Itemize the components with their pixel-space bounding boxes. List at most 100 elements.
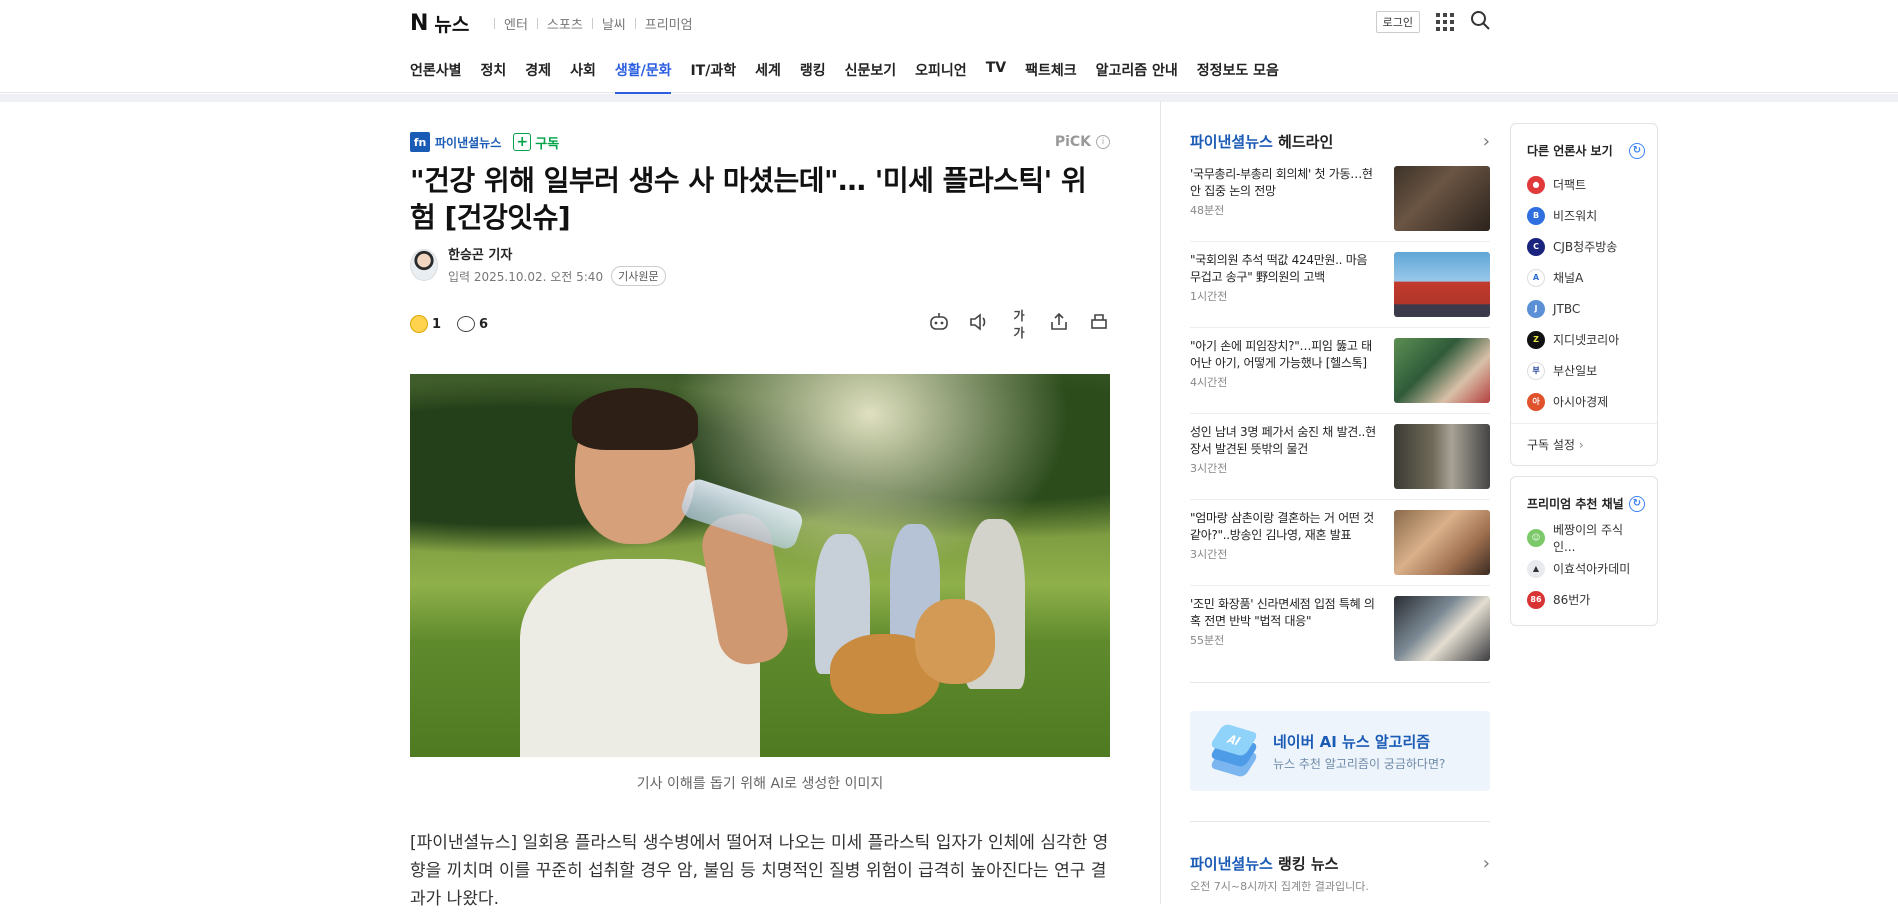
press-item-name: 아시아경제 [1553, 395, 1609, 409]
naver-news-logo[interactable]: N 뉴스 [410, 10, 469, 37]
channel-logo-icon: ▲ [1527, 559, 1545, 578]
divider [536, 18, 538, 29]
divider [1190, 682, 1490, 683]
divider [591, 18, 593, 29]
press-item[interactable]: 부 부산일보 [1527, 355, 1645, 386]
audio-icon[interactable] [968, 313, 990, 335]
headline-item[interactable]: "국회의원 추석 떡값 424만원.. 마음 무겁고 송구" 野의원의 고백 1시… [1190, 242, 1490, 328]
info-icon[interactable]: i [1096, 135, 1110, 149]
nav-item-life-culture[interactable]: 생활/문화 [614, 60, 672, 94]
headline-thumbnail [1394, 510, 1490, 575]
divider [634, 18, 636, 29]
headline-item[interactable]: '국무총리-부총리 회의체' 첫 가동…현안 집중 논의 전망 48분전 [1190, 156, 1490, 242]
nav-item-press[interactable]: 언론사별 [410, 60, 462, 94]
nav-item-corrections[interactable]: 정정보도 모음 [1197, 60, 1279, 94]
premium-item[interactable]: 86 86번가 [1527, 584, 1645, 615]
nav-item-tv[interactable]: TV [986, 60, 1006, 94]
refresh-icon[interactable]: ↻ [1629, 495, 1645, 512]
plus-icon: + [513, 133, 532, 151]
press-item[interactable]: B 비즈워치 [1527, 200, 1645, 231]
byline: 한승곤 기자 입력 2025.10.02. 오전 5:40 기사원문 [410, 244, 1110, 286]
pick-label: PiCK [1054, 134, 1091, 150]
headlines-title[interactable]: 파이낸셜뉴스 헤드라인 › [1190, 130, 1490, 152]
comment-button[interactable]: 6 [457, 316, 488, 332]
premium-item[interactable]: ▲ 이효석아카데미 [1527, 553, 1645, 584]
divider [1190, 821, 1490, 822]
print-icon[interactable] [1088, 313, 1110, 335]
headline-title: "아기 손에 피임장치?"…피임 뚫고 태어난 아기, 어떻게 가능했나 [헬스… [1190, 339, 1372, 370]
article-image [410, 374, 1110, 757]
article-headline: "건강 위해 일부러 생수 사 마셨는데"… '미세 플라스틱' 위험 [건강잇… [410, 164, 1087, 234]
premium-item-name: 베짱이의 주식 인... [1553, 522, 1624, 554]
apps-grid-icon[interactable] [1436, 13, 1454, 31]
headline-title: '조민 화장품' 신라면세점 입점 특혜 의혹 전면 반박 "법적 대응" [1190, 597, 1375, 628]
headline-title: "국회의원 추석 떡값 424만원.. 마음 무겁고 송구" 野의원의 고백 [1190, 253, 1368, 284]
summary-icon[interactable] [928, 312, 950, 336]
chevron-right-icon: › [1578, 438, 1584, 452]
side-widgets: 다른 언론사 보기 ↻ ● 더팩트 B 비즈워치 C CJB청주방송 A 채널A J JT… [1510, 123, 1658, 626]
press-logo-icon: A [1527, 268, 1545, 287]
share-icon[interactable] [1048, 312, 1070, 335]
subscribe-button[interactable]: + 구독 [513, 133, 559, 152]
headline-item[interactable]: '조민 화장품' 신라면세점 입점 특혜 의혹 전면 반박 "법적 대응" 55분… [1190, 586, 1490, 672]
reaction-button[interactable]: 1 [410, 315, 441, 333]
premium-item[interactable]: ☺ 베짱이의 주식 인... [1527, 522, 1645, 554]
headline-time: 55분전 [1190, 634, 1225, 647]
service-links: 엔터 스포츠 날씨 프리미엄 [494, 14, 693, 33]
premium-title: 프리미엄 추천 채널 [1527, 497, 1624, 511]
service-link-sports[interactable]: 스포츠 [547, 14, 583, 33]
original-article-button[interactable]: 기사원문 [611, 266, 666, 286]
headline-item[interactable]: "엄마랑 삼촌이랑 결혼하는 거 어떤 것 같아?"..방송인 김나영, 재혼 … [1190, 500, 1490, 586]
reporter-avatar[interactable] [410, 249, 438, 281]
reaction-count: 1 [432, 316, 442, 332]
channel-logo-icon: ☺ [1527, 528, 1545, 547]
press-item[interactable]: Z 지디넷코리아 [1527, 324, 1645, 355]
nav-item-factcheck[interactable]: 팩트체크 [1025, 60, 1077, 94]
top-header: N 뉴스 엔터 스포츠 날씨 프리미엄 로그인 언론사별 정치 경제 사회 생활… [0, 0, 1898, 94]
ranking-label: 랭킹 뉴스 [1278, 854, 1339, 873]
divider [494, 18, 495, 29]
press-item[interactable]: ● 더팩트 [1527, 169, 1645, 200]
headline-list: '국무총리-부총리 회의체' 첫 가동…현안 집중 논의 전망 48분전 "국회의… [1190, 156, 1490, 672]
naver-n-logo: N [410, 11, 429, 36]
nav-item-opinion[interactable]: 오피니언 [915, 60, 967, 94]
press-logo[interactable]: fn 파이낸셜뉴스 [410, 132, 501, 152]
ranking-title[interactable]: 파이낸셜뉴스 랭킹 뉴스 › [1190, 852, 1490, 874]
header-actions: 로그인 [1375, 10, 1490, 34]
press-item-name: 더팩트 [1553, 178, 1587, 192]
service-link-weather[interactable]: 날씨 [602, 14, 626, 33]
headline-time: 48분전 [1190, 204, 1225, 217]
press-item[interactable]: J JTBC [1527, 293, 1645, 324]
font-size-icon[interactable]: 가가 [1008, 307, 1030, 341]
login-button[interactable]: 로그인 [1375, 11, 1420, 33]
pick-badge: PiCK i [1055, 134, 1110, 150]
refresh-icon[interactable]: ↻ [1629, 142, 1645, 159]
service-link-entertainment[interactable]: 엔터 [504, 14, 528, 33]
service-link-premium[interactable]: 프리미엄 [645, 14, 693, 33]
press-logo-icon: 부 [1527, 361, 1545, 380]
publish-date: 입력 2025.10.02. 오전 5:40 [448, 269, 604, 284]
nav-item-politics[interactable]: 정치 [481, 60, 507, 94]
headline-thumbnail [1394, 424, 1490, 489]
headline-time: 3시간전 [1190, 548, 1228, 561]
ai-banner-subtitle: 뉴스 추천 알고리즘이 궁금하다면? [1273, 757, 1446, 771]
ai-algorithm-banner[interactable]: AI 네이버 AI 뉴스 알고리즘 뉴스 추천 알고리즘이 궁금하다면? [1190, 711, 1490, 791]
headline-item[interactable]: "아기 손에 피임장치?"…피임 뚫고 태어난 아기, 어떻게 가능했나 [헬스… [1190, 328, 1490, 414]
nav-item-newspaper[interactable]: 신문보기 [845, 60, 897, 94]
headline-item[interactable]: 성인 남녀 3명 페가서 숨진 채 발견..현장서 발견된 뜻밖의 물건 3시간전 [1190, 414, 1490, 500]
nav-item-economy[interactable]: 경제 [525, 60, 551, 94]
subscription-settings-link[interactable]: 구독 설정 › [1511, 423, 1657, 465]
nav-item-algorithm[interactable]: 알고리즘 안내 [1096, 60, 1178, 94]
press-item[interactable]: A 채널A [1527, 262, 1645, 293]
nav-item-world[interactable]: 세계 [755, 60, 781, 94]
nav-item-ranking[interactable]: 랭킹 [800, 60, 826, 94]
press-logo-icon: ● [1527, 175, 1545, 194]
search-icon[interactable] [1470, 10, 1490, 34]
press-item[interactable]: 아 아시아경제 [1527, 386, 1645, 417]
press-item[interactable]: C CJB청주방송 [1527, 231, 1645, 262]
reporter-name[interactable]: 한승곤 기자 [448, 244, 666, 263]
comment-icon [457, 316, 476, 332]
nav-item-it-science[interactable]: IT/과학 [690, 60, 736, 94]
nav-item-society[interactable]: 사회 [570, 60, 596, 94]
press-logo-icon: B [1527, 206, 1545, 225]
